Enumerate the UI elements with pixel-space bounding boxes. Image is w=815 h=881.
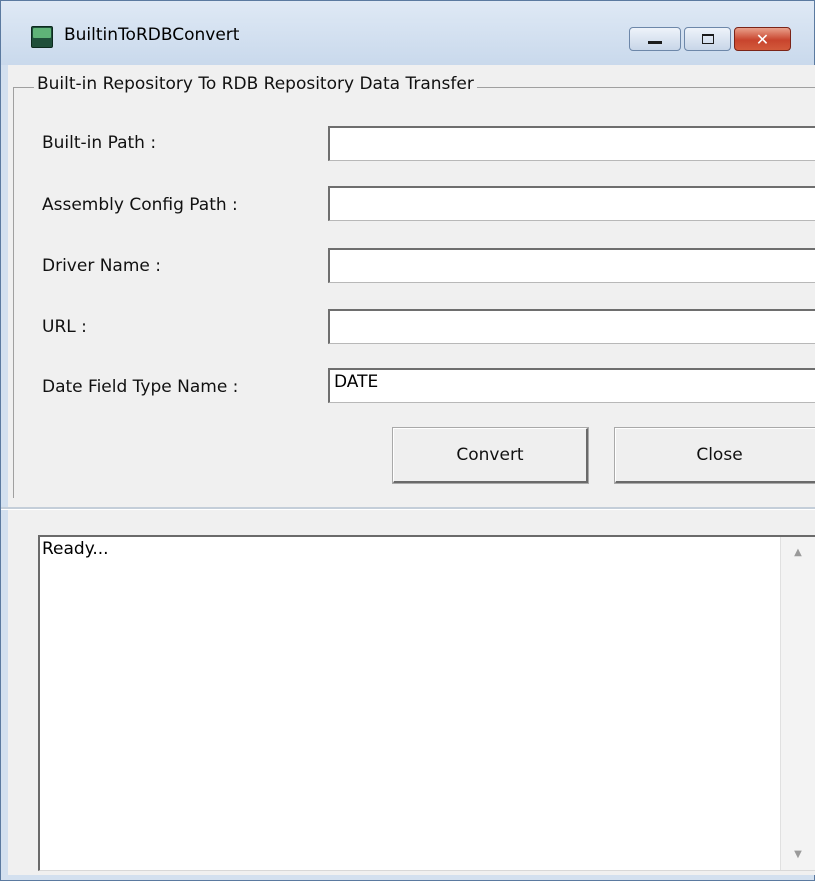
close-button[interactable]: Close <box>614 427 815 484</box>
date-field-type-name-input[interactable]: DATE <box>328 368 815 403</box>
minimize-button[interactable] <box>629 27 681 51</box>
minimize-icon <box>648 41 662 44</box>
app-window: BuiltinToRDBConvert ✕ Built-in Repositor… <box>0 0 815 881</box>
close-window-button[interactable]: ✕ <box>734 27 791 51</box>
app-icon[interactable] <box>31 26 53 48</box>
log-scrollbar[interactable]: ▲ ▼ <box>780 537 815 870</box>
driver-name-label: Driver Name : <box>42 256 161 276</box>
builtin-path-input[interactable] <box>328 126 815 161</box>
close-icon: ✕ <box>755 29 770 49</box>
log-textarea[interactable]: Ready... ▲ ▼ <box>38 535 815 871</box>
log-text: Ready... <box>42 539 109 559</box>
convert-button[interactable]: Convert <box>392 427 589 484</box>
groupbox-title: Built-in Repository To RDB Repository Da… <box>34 74 477 94</box>
scroll-down-icon[interactable]: ▼ <box>781 849 815 860</box>
scroll-up-icon[interactable]: ▲ <box>781 547 815 558</box>
assembly-config-path-label: Assembly Config Path : <box>42 195 238 215</box>
maximize-button[interactable] <box>684 27 731 51</box>
date-field-type-name-label: Date Field Type Name : <box>42 377 239 397</box>
client-area: Built-in Repository To RDB Repository Da… <box>1 65 815 875</box>
url-input[interactable] <box>328 309 815 344</box>
driver-name-input[interactable] <box>328 248 815 283</box>
url-label: URL : <box>42 317 87 337</box>
title-bar[interactable]: BuiltinToRDBConvert ✕ <box>1 1 814 65</box>
section-divider <box>1 507 815 510</box>
assembly-config-path-input[interactable] <box>328 186 815 221</box>
builtin-path-label: Built-in Path : <box>42 133 157 153</box>
maximize-icon <box>701 34 714 44</box>
window-title: BuiltinToRDBConvert <box>64 25 240 45</box>
